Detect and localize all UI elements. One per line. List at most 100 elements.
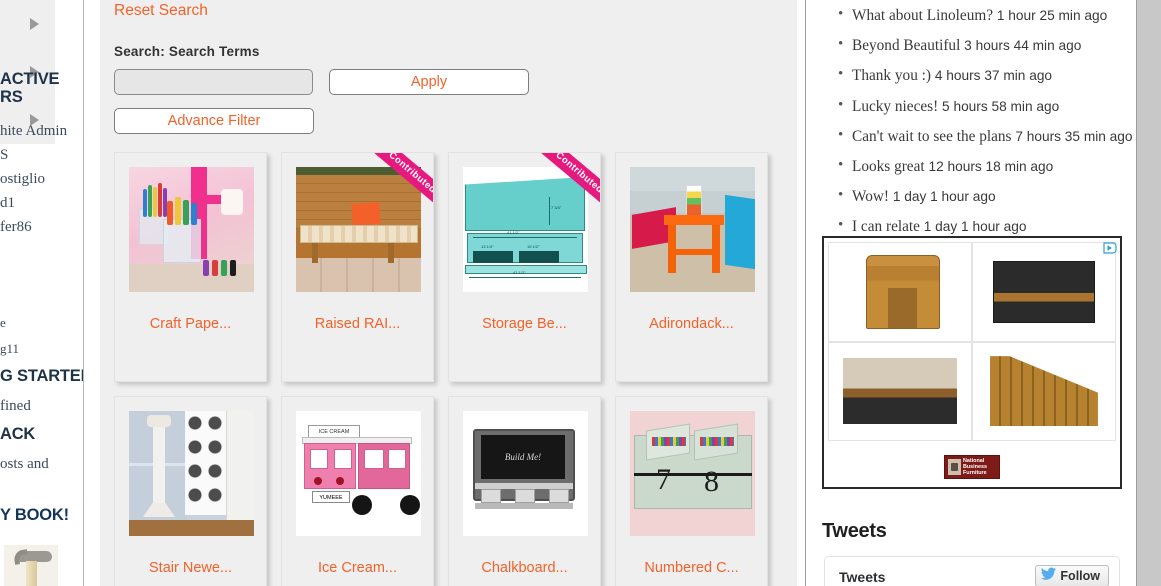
- follow-button-label: Follow: [1060, 569, 1100, 583]
- stair-newel-post-thumbnail: [129, 411, 254, 536]
- search-terms-label: Search: Search Terms: [114, 44, 260, 59]
- project-card[interactable]: ICE CREAM YUMEEE Ice Cream...: [281, 396, 434, 586]
- active-user-3[interactable]: ostiglio: [0, 171, 45, 188]
- main-content-panel: Reset Search Search: Search Terms Apply …: [100, 0, 797, 586]
- l-shaped-desk-ad-image[interactable]: [972, 242, 1116, 342]
- comment-text[interactable]: Lucky nieces!: [852, 98, 938, 115]
- corner-office-desk-ad-image[interactable]: [828, 341, 972, 441]
- project-card[interactable]: Build Me! Chalkboard...: [448, 396, 601, 586]
- card-title[interactable]: Storage Be...: [449, 316, 600, 332]
- active-user-2[interactable]: S: [0, 147, 8, 164]
- card-title[interactable]: Ice Cream...: [282, 560, 433, 576]
- comment-time: 4 hours 37 min ago: [934, 68, 1053, 84]
- project-card[interactable]: 7 8 Numbered C...: [615, 396, 768, 586]
- rolltop-desk-ad-image[interactable]: [828, 242, 972, 342]
- bookcase-ad-image[interactable]: [972, 341, 1116, 441]
- chalkboard-thumbnail: Build Me!: [463, 411, 588, 536]
- list-item[interactable]: Can't wait to see the plans 7 hours 35 m…: [812, 125, 1136, 148]
- apply-button[interactable]: Apply: [329, 69, 529, 95]
- ice-cream-truck-thumbnail: ICE CREAM YUMEEE: [296, 411, 421, 536]
- national-business-furniture-logo[interactable]: National Business Furniture: [944, 455, 1000, 479]
- card-thumbnail: 7 8: [630, 411, 755, 536]
- comment-time: 5 hours 58 min ago: [942, 98, 1060, 114]
- card-thumbnail: [296, 167, 421, 292]
- list-item[interactable]: What about Linoleum? 1 hour 25 min ago: [812, 4, 1136, 27]
- card-thumbnail: Build Me!: [463, 411, 588, 536]
- project-card[interactable]: Contributed 7 3/4" 41 1/2" 13 1/4" 15 1/…: [448, 152, 601, 382]
- twitter-widget-title: Tweets: [839, 569, 886, 585]
- content-right-divider: [805, 0, 806, 586]
- hammer-thumbnail[interactable]: [4, 545, 58, 586]
- left-column-divider: [83, 0, 84, 586]
- active-user-1[interactable]: hite Admin: [0, 123, 67, 140]
- getting-started-text[interactable]: fined: [0, 398, 31, 415]
- card-thumbnail: ICE CREAM YUMEEE: [296, 411, 421, 536]
- list-item[interactable]: Lucky nieces! 5 hours 58 min ago: [812, 95, 1136, 118]
- sidebar-misc-2[interactable]: g11: [0, 342, 19, 356]
- most-active-users-heading: ACTIVE RS: [0, 70, 60, 107]
- chair-logo-icon: [948, 459, 961, 475]
- active-user-5[interactable]: fer86: [0, 219, 32, 236]
- ad-logo-line3: Furniture: [963, 470, 987, 476]
- comment-time: 7 hours 35 min ago: [1015, 128, 1133, 144]
- comment-time: 3 hours 44 min ago: [964, 38, 1082, 54]
- card-title[interactable]: Numbered C...: [616, 560, 767, 576]
- chevron-right-icon: [30, 18, 39, 30]
- search-input[interactable]: [114, 69, 313, 95]
- hammer-handle-shape: [26, 561, 37, 586]
- project-card[interactable]: Adirondack...: [615, 152, 768, 382]
- project-card[interactable]: Craft Pape...: [114, 152, 267, 382]
- numbered-crate-thumbnail: 7 8: [630, 411, 755, 536]
- comment-time: 1 day 1 hour ago: [892, 189, 996, 205]
- comment-text[interactable]: What about Linoleum?: [852, 7, 993, 24]
- card-title[interactable]: Adirondack...: [616, 316, 767, 332]
- left-sidebar: tions ACTIVE RS hite Admin S ostiglio d1…: [0, 0, 84, 586]
- comment-text[interactable]: Can't wait to see the plans: [852, 128, 1012, 145]
- reset-search-link[interactable]: Reset Search: [114, 0, 208, 20]
- sidebar-nav-item-0[interactable]: [0, 0, 55, 48]
- card-title[interactable]: Stair Newe...: [115, 560, 266, 576]
- card-thumbnail: [129, 167, 254, 292]
- advertisement-block[interactable]: National Business Furniture: [822, 236, 1122, 489]
- card-title[interactable]: Craft Pape...: [115, 316, 266, 332]
- feedback-text[interactable]: osts and: [0, 456, 49, 473]
- adirondack-table-thumbnail: [630, 167, 755, 292]
- adchoices-icon[interactable]: [1103, 241, 1117, 254]
- tweets-section-heading: Tweets: [822, 520, 887, 542]
- comment-text[interactable]: Looks great: [852, 158, 925, 175]
- comment-text[interactable]: Beyond Beautiful: [852, 37, 960, 54]
- storage-bench-plan-thumbnail: 7 3/4" 41 1/2" 13 1/4" 15 1/2" 41 1/2": [463, 167, 588, 292]
- card-thumbnail: [630, 167, 755, 292]
- list-item[interactable]: Looks great 12 hours 18 min ago: [812, 155, 1136, 178]
- right-sidebar: What about Linoleum? 1 hour 25 min ago B…: [812, 0, 1136, 586]
- project-card[interactable]: Contributed Raised RAI...: [281, 152, 434, 382]
- raised-bench-thumbnail: [296, 167, 421, 292]
- twitter-follow-button[interactable]: Follow: [1035, 565, 1109, 586]
- card-title[interactable]: Chalkboard...: [449, 560, 600, 576]
- feedback-heading: ACK: [0, 425, 36, 443]
- comment-text[interactable]: Thank you :): [852, 67, 931, 84]
- list-item[interactable]: Beyond Beautiful 3 hours 44 min ago: [812, 34, 1136, 57]
- list-item[interactable]: Wow! 1 day 1 hour ago: [812, 185, 1136, 208]
- active-user-4[interactable]: d1: [0, 195, 15, 212]
- plan-dim-2: 13 1/4": [481, 244, 494, 249]
- plan-dim-0: 7 3/4": [551, 205, 562, 210]
- comment-text[interactable]: Wow!: [852, 188, 889, 205]
- list-item[interactable]: Thank you :) 4 hours 37 min ago: [812, 64, 1136, 87]
- twitter-bird-icon: [1041, 567, 1057, 585]
- advance-filter-button[interactable]: Advance Filter: [114, 108, 314, 134]
- ad-image-grid: [828, 242, 1116, 441]
- comment-text[interactable]: I can relate: [852, 218, 920, 235]
- card-title[interactable]: Raised RAI...: [282, 316, 433, 332]
- getting-started-heading: G STARTED: [0, 367, 84, 385]
- plan-dim-3: 15 1/2": [527, 244, 540, 249]
- page-root: tions ACTIVE RS hite Admin S ostiglio d1…: [0, 0, 1161, 586]
- twitter-embed-widget: Tweets Follow: [824, 556, 1120, 586]
- sidebar-misc-1[interactable]: e: [0, 316, 6, 330]
- project-card[interactable]: Stair Newe...: [114, 396, 267, 586]
- my-book-heading: Y BOOK!: [0, 506, 69, 524]
- project-card-grid: Craft Pape... Contributed Raised RAI...: [114, 152, 783, 586]
- page-scrollbar[interactable]: [1136, 0, 1161, 586]
- recent-comments-list: What about Linoleum? 1 hour 25 min ago B…: [812, 4, 1136, 238]
- search-filter-row: Apply: [114, 69, 783, 95]
